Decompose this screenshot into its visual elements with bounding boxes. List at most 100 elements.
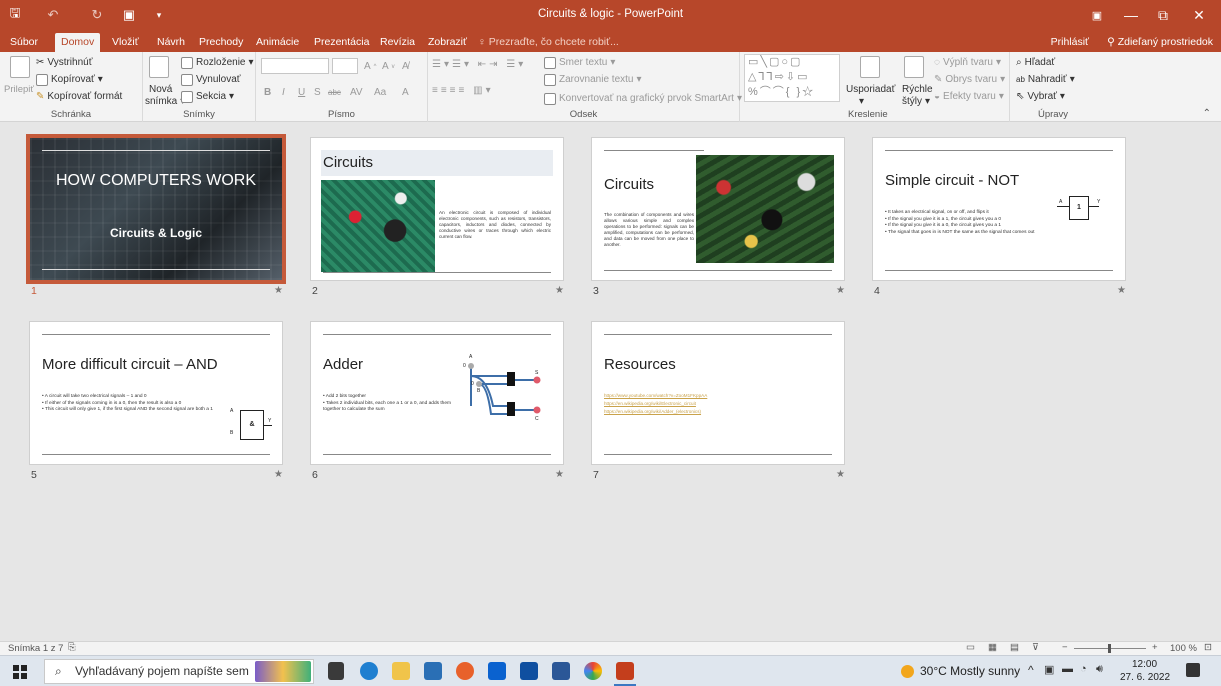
align-text-button[interactable]: Zarovnanie textu ▾ (544, 72, 642, 87)
shape-fill-button[interactable]: ◌ Výplň tvaru ▾ (934, 55, 1001, 70)
change-case-button[interactable]: Aa (374, 85, 386, 100)
edge-icon[interactable] (360, 662, 378, 680)
text-direction-button[interactable]: Smer textu ▾ (544, 55, 615, 70)
slide-thumbnail-1[interactable]: HOW COMPUTERS WORK Circuits & Logic (26, 134, 286, 284)
clock-date[interactable]: 27. 6. 2022 (1120, 672, 1170, 683)
shrink-font-button[interactable]: Av (382, 59, 395, 74)
clock-time[interactable]: 12:00 (1132, 659, 1157, 670)
task-view-icon[interactable] (328, 662, 344, 680)
tell-me-box[interactable]: ♀︎ Prezraďte, čo chcete robiť... (478, 33, 619, 52)
tray-app-icon[interactable]: ▣ (1044, 663, 1054, 676)
volume-icon[interactable]: 🔊︎ (1096, 663, 1103, 676)
resource-link[interactable]: https://www.youtube.com/watch?v=ZooM1FKp… (604, 392, 707, 399)
tab-transitions[interactable]: Prechody (193, 33, 249, 52)
slideshow-view-icon[interactable]: ⊽ (1032, 642, 1039, 653)
arrange-icon[interactable] (860, 56, 880, 78)
notifications-icon[interactable] (1186, 663, 1200, 677)
sign-in-link[interactable]: Prihlásiť (1051, 33, 1089, 52)
ribbon-display-options-icon[interactable]: ▣ (1082, 5, 1112, 25)
quick-styles-dropdown[interactable]: štýly ▾ (902, 94, 930, 109)
slide-thumbnail-5[interactable]: More difficult circuit – AND • A circuit… (29, 321, 283, 465)
zoom-level[interactable]: 100 % (1170, 643, 1197, 654)
tab-slideshow[interactable]: Prezentácia (308, 33, 375, 52)
taskbar-search-box[interactable]: ⌕ Vyhľadávaný pojem napíšte sem (44, 659, 314, 684)
font-color-button[interactable]: A (402, 85, 409, 100)
list-buttons[interactable]: ☰▾☰▾ ⇤⇥ ☰▾ (432, 57, 526, 72)
italic-button[interactable]: I (282, 85, 285, 100)
tab-review[interactable]: Revízia (374, 33, 421, 52)
slide-thumbnail-3[interactable]: Circuits The combination of components a… (591, 137, 845, 281)
zoom-slider-thumb[interactable] (1108, 644, 1111, 653)
normal-view-icon[interactable]: ▭ (966, 642, 975, 653)
reading-view-icon[interactable]: ▤ (1010, 642, 1019, 653)
spelling-icon[interactable]: ⎘ (68, 642, 76, 653)
new-slide-dropdown[interactable]: snímka▾ (145, 94, 185, 109)
bold-button[interactable]: B (264, 85, 271, 100)
strikethrough-button[interactable]: abc (328, 85, 341, 100)
slide-thumbnail-7[interactable]: Resources https://www.youtube.com/watch?… (591, 321, 845, 465)
select-button[interactable]: ⇖ Vybrať ▾ (1016, 89, 1065, 104)
weather-sun-icon (901, 665, 914, 678)
fit-to-window-icon[interactable]: ⊡ (1204, 642, 1212, 653)
weather-text[interactable]: 30°C Mostly sunny (920, 664, 1020, 678)
slide-thumbnail-2[interactable]: Circuits An electronic circuit is compos… (310, 137, 564, 281)
tray-battery-icon[interactable]: ▬ (1062, 663, 1073, 675)
close-button[interactable]: ✕ (1184, 5, 1214, 25)
chrome-icon[interactable] (584, 662, 602, 680)
font-size-box[interactable] (332, 58, 358, 74)
restore-button[interactable]: ⧉ (1148, 5, 1178, 25)
layout-button[interactable]: Rozloženie ▾ (181, 55, 254, 70)
replace-button[interactable]: ab Nahradiť ▾ (1016, 72, 1075, 87)
clear-formatting-icon[interactable]: A̸ (402, 59, 409, 74)
powerpoint-icon[interactable] (616, 662, 634, 680)
mail-icon[interactable] (424, 662, 442, 680)
word-icon[interactable] (552, 662, 570, 680)
tab-home[interactable]: Domov (55, 33, 101, 52)
slide-sorter-view-icon[interactable]: ▦ (988, 642, 997, 653)
tab-view[interactable]: Zobraziť (422, 33, 473, 52)
alignment-buttons[interactable]: ≡≡≡≡ ▥▾ (432, 83, 494, 98)
pen-icon: ✎ (934, 74, 943, 85)
minimize-button[interactable]: — (1116, 5, 1146, 25)
char-spacing-button[interactable]: AV (350, 85, 363, 100)
tab-design[interactable]: Návrh (151, 33, 191, 52)
firefox-icon[interactable] (456, 662, 474, 680)
shape-outline-button[interactable]: ✎ Obrys tvaru ▾ (934, 72, 1005, 87)
new-slide-icon[interactable] (149, 56, 169, 78)
file-explorer-icon[interactable] (392, 662, 410, 680)
paste-button[interactable]: Prilepiť (4, 82, 34, 97)
zoom-in-button[interactable]: + (1152, 642, 1158, 653)
bullet-text: The signal that goes in is NOT the same … (887, 229, 1035, 235)
grow-font-button[interactable]: A ^ (364, 59, 377, 74)
network-icon[interactable]: ◔ (1080, 663, 1087, 675)
group-label-font: Písmo (328, 109, 355, 120)
smartart-button[interactable]: Konvertovať na grafický prvok SmartArt ▾ (544, 91, 742, 106)
share-button[interactable]: ⚲ Zdieľaný prostriedok (1107, 33, 1213, 52)
resource-link[interactable]: https://en.wikipedia.org/wiki/Electronic… (604, 400, 696, 407)
format-painter-button[interactable]: ✎ Kopírovať formát (36, 89, 122, 104)
shape-effects-button[interactable]: ◒ Efekty tvaru ▾ (934, 89, 1004, 104)
font-name-box[interactable] (261, 58, 329, 74)
quick-styles-icon[interactable] (904, 56, 924, 78)
bluebeam-icon[interactable] (520, 662, 538, 680)
slide-thumbnail-6[interactable]: Adder • Add 2 bits together • Takes 2 in… (310, 321, 564, 465)
section-button[interactable]: Sekcia ▾ (181, 89, 234, 104)
windows-start-icon[interactable] (13, 665, 27, 679)
slide-thumbnail-4[interactable]: Simple circuit - NOT • It takes an elect… (872, 137, 1126, 281)
tab-animations[interactable]: Animácie (250, 33, 305, 52)
cut-button[interactable]: ✂ Vystrihnúť (36, 55, 92, 70)
find-button[interactable]: ⌕ Hľadať (1016, 55, 1055, 70)
collapse-ribbon-icon[interactable]: ⌃ (1203, 108, 1211, 119)
underline-button[interactable]: U (298, 85, 305, 100)
resource-link[interactable]: https://en.wikipedia.org/wiki/Adder_(ele… (604, 408, 701, 415)
dropbox-icon[interactable] (488, 662, 506, 680)
copy-button[interactable]: Kopírovať ▾ (36, 72, 103, 87)
arrange-button[interactable]: Usporiadať (846, 82, 895, 97)
tab-file[interactable]: Súbor (4, 33, 44, 52)
zoom-out-button[interactable]: − (1062, 642, 1068, 653)
show-hidden-icons-icon[interactable]: ^ (1028, 663, 1034, 677)
paste-icon[interactable] (10, 56, 30, 78)
reset-button[interactable]: Vynulovať (181, 72, 241, 87)
shadow-button[interactable]: S (314, 85, 321, 100)
tab-insert[interactable]: Vložiť (106, 33, 145, 52)
